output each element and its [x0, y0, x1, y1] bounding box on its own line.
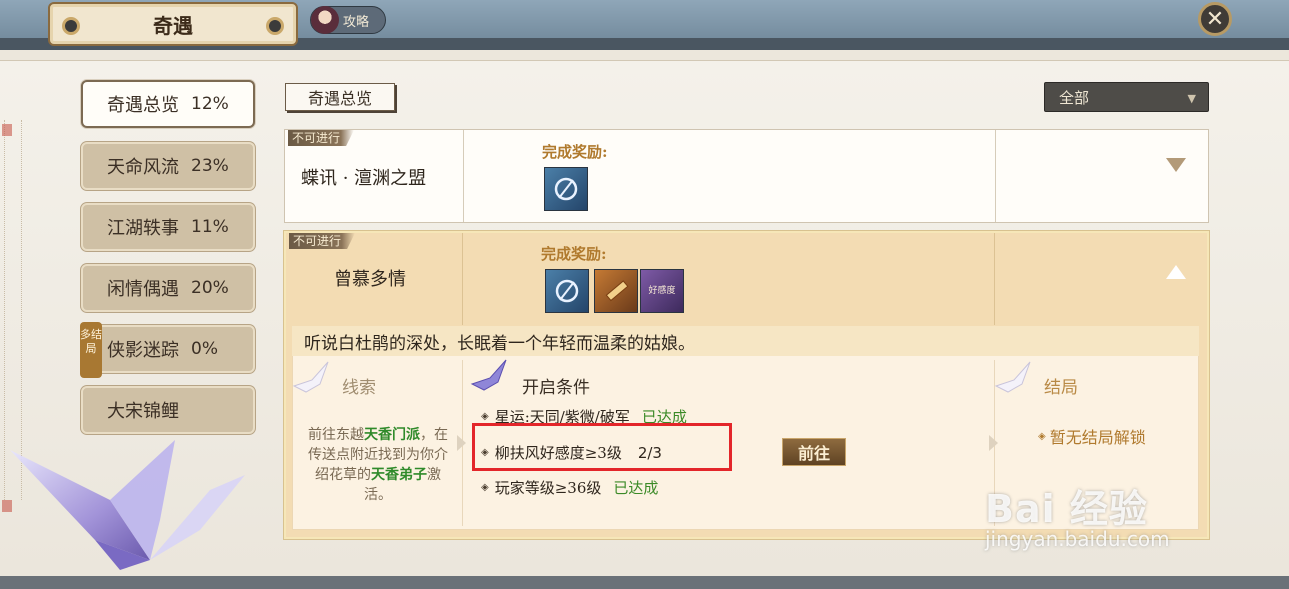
ending-none-text: 暂无结局解锁: [1049, 428, 1146, 447]
watermark: Bai 经验 jingyan.baidu.com: [985, 478, 1170, 551]
blue-swirl-icon[interactable]: [544, 167, 588, 211]
clue-highlight: 天香弟子: [371, 467, 427, 483]
purple-badge-icon[interactable]: 好感度: [640, 269, 684, 313]
guide-button[interactable]: 攻略: [310, 6, 386, 34]
reward-label: 完成奖励:: [541, 245, 607, 263]
watermark-url: jingyan.baidu.com: [985, 527, 1170, 551]
sidebar-item-label: 奇遇总览: [107, 95, 179, 116]
sidebar-item-xianqing[interactable]: 闲情偶遇 20%: [81, 264, 255, 312]
avatar: [311, 6, 339, 34]
sidebar-item-label: 闲情偶遇: [107, 279, 179, 300]
expand-arrow-icon[interactable]: [1166, 158, 1186, 172]
sidebar-item-label: 侠影迷踪: [107, 340, 179, 361]
quest-name: 曾慕多情: [334, 269, 406, 290]
diamond-bullet-icon: ◈: [481, 482, 489, 493]
paper-crane-icon: [10, 440, 245, 570]
quest-card[interactable]: 不可进行 蝶讯 · 澶渊之盟 完成奖励:: [284, 129, 1209, 223]
conditions-title: 开启条件: [522, 378, 590, 398]
sidebar-item-label: 天命风流: [107, 157, 179, 178]
filter-select[interactable]: 全部 ▼: [1044, 82, 1209, 112]
multi-ending-badge: 多结局: [80, 322, 102, 378]
sidebar-item-pct: 23%: [191, 156, 229, 176]
divider: [995, 130, 996, 222]
close-icon: ✕: [1205, 6, 1225, 32]
divider: [994, 233, 995, 325]
ornament-icon: [266, 17, 284, 35]
go-button[interactable]: 前往: [782, 438, 846, 466]
sidebar-item-xiaying[interactable]: 侠影迷踪 0%: [81, 325, 255, 373]
condition-text: 玩家等级≥36级: [494, 479, 602, 497]
sidebar-item-jianghu[interactable]: 江湖轶事 11%: [81, 203, 255, 251]
sidebar-item-pct: 0%: [191, 339, 218, 359]
filter-selected-value: 全部: [1059, 88, 1090, 107]
title-tab: 奇遇: [48, 2, 298, 46]
highlight-annotation: [472, 423, 732, 471]
sidebar-item-pct: 20%: [191, 278, 229, 298]
clue-text-part: 前往东越: [308, 427, 364, 443]
diamond-bullet-icon: ◈: [481, 411, 489, 422]
clue-crane-icon: [292, 361, 329, 393]
page-title: 奇遇: [153, 13, 193, 38]
guide-label: 攻略: [343, 14, 370, 30]
reward-label: 完成奖励:: [542, 143, 608, 161]
watermark-logo: Bai 经验: [985, 487, 1148, 531]
divider: [462, 233, 463, 325]
condition-item: ◈ 玩家等级≥36级 已达成: [481, 477, 658, 498]
chevron-right-icon: [989, 435, 998, 451]
status-tag: 不可进行: [289, 233, 356, 249]
ornament-icon: [62, 17, 80, 35]
seal-stamp-icon: [2, 124, 12, 136]
caret-down-icon: ▼: [1187, 92, 1196, 105]
ending-status: ◈ 暂无结局解锁: [1038, 424, 1146, 448]
ending-crane-icon: [994, 361, 1031, 393]
quest-description: 听说白杜鹃的深处，长眠着一个年轻而温柔的姑娘。: [292, 326, 1199, 356]
clue-title: 线索: [342, 378, 376, 398]
close-button[interactable]: ✕: [1198, 2, 1232, 36]
bottom-band: [0, 576, 1289, 589]
reward-badge-text: 好感度: [648, 285, 676, 296]
blue-swirl-icon[interactable]: [545, 269, 589, 313]
collapse-arrow-icon[interactable]: [1166, 265, 1186, 279]
diamond-bullet-icon: ◈: [1038, 430, 1046, 442]
quest-name: 蝶讯 · 澶渊之盟: [301, 168, 427, 189]
sidebar-item-label: 江湖轶事: [107, 218, 179, 239]
sidebar-item-pct: 11%: [191, 217, 229, 237]
sidebar-item-overview[interactable]: 奇遇总览 12%: [81, 80, 255, 128]
chevron-right-icon: [457, 435, 466, 451]
overview-label: 奇遇总览: [285, 83, 395, 111]
ending-title: 结局: [1044, 378, 1078, 398]
condition-status: 已达成: [613, 479, 659, 497]
clue-highlight: 天香门派: [364, 427, 420, 443]
condition-crane-icon: [470, 359, 507, 391]
status-tag: 不可进行: [288, 130, 355, 146]
clue-text: 前往东越天香门派，在传送点附近找到为你介绍花草的天香弟子激活。: [302, 425, 454, 505]
scroll-item-icon[interactable]: [594, 269, 638, 313]
sidebar-item-tianming[interactable]: 天命风流 23%: [81, 142, 255, 190]
divider: [463, 130, 464, 222]
sidebar-item-pct: 12%: [191, 94, 229, 114]
